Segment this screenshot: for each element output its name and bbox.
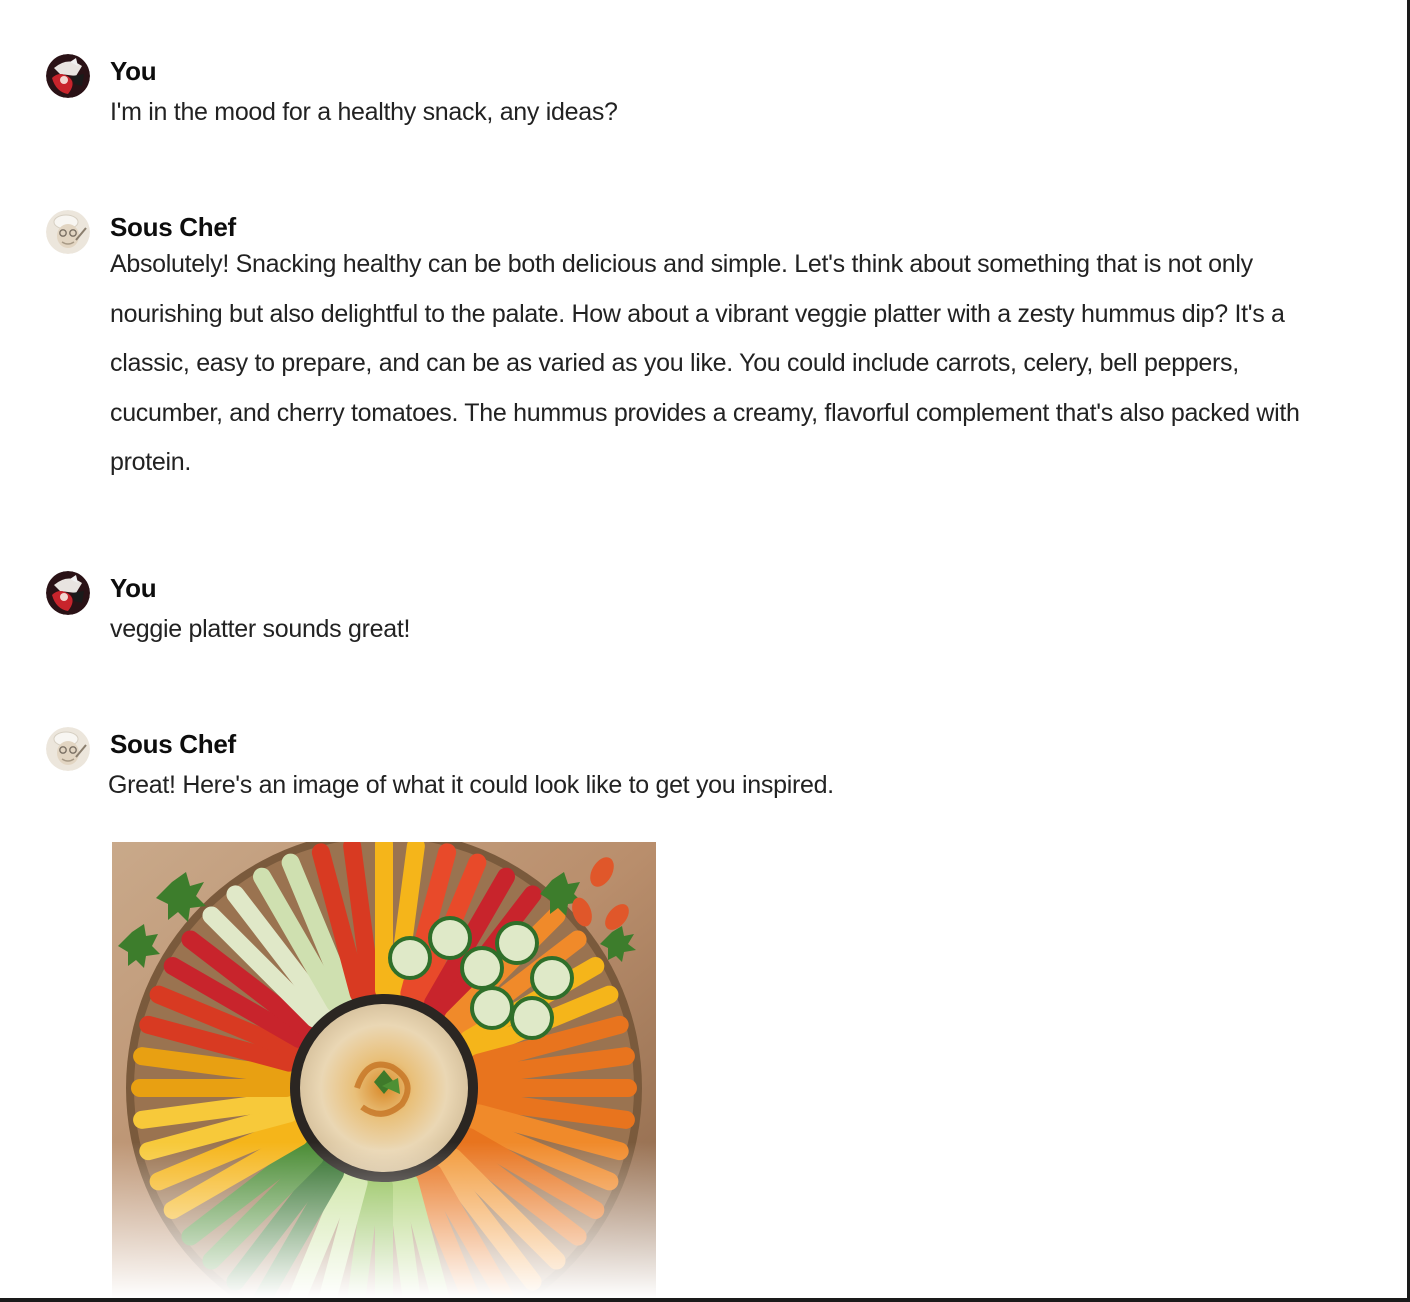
message-text: Great! Here's an image of what it could … bbox=[108, 771, 834, 799]
message-author: Sous Chef bbox=[110, 729, 236, 759]
assistant-message: Sous Chef Absolutely! Snacking healthy c… bbox=[46, 210, 1346, 510]
message-author: Sous Chef bbox=[110, 212, 236, 242]
chef-avatar-icon[interactable] bbox=[46, 210, 90, 254]
chef-avatar-icon[interactable] bbox=[46, 727, 90, 771]
message-text: Absolutely! Snacking healthy can be both… bbox=[110, 250, 1300, 476]
message-text: veggie platter sounds great! bbox=[110, 615, 411, 643]
window-border-bottom bbox=[0, 1298, 1410, 1302]
message-author: You bbox=[110, 573, 157, 603]
message-author: You bbox=[110, 56, 157, 86]
assistant-message: Sous Chef Great! Here's an image of what… bbox=[46, 727, 1346, 817]
veggie-platter-image[interactable] bbox=[112, 842, 656, 1298]
user-message: You veggie platter sounds great! bbox=[46, 571, 1346, 661]
message-text: I'm in the mood for a healthy snack, any… bbox=[110, 98, 618, 126]
user-message: You I'm in the mood for a healthy snack,… bbox=[46, 54, 1346, 144]
user-avatar-icon[interactable] bbox=[46, 54, 90, 98]
user-avatar-icon[interactable] bbox=[46, 571, 90, 615]
